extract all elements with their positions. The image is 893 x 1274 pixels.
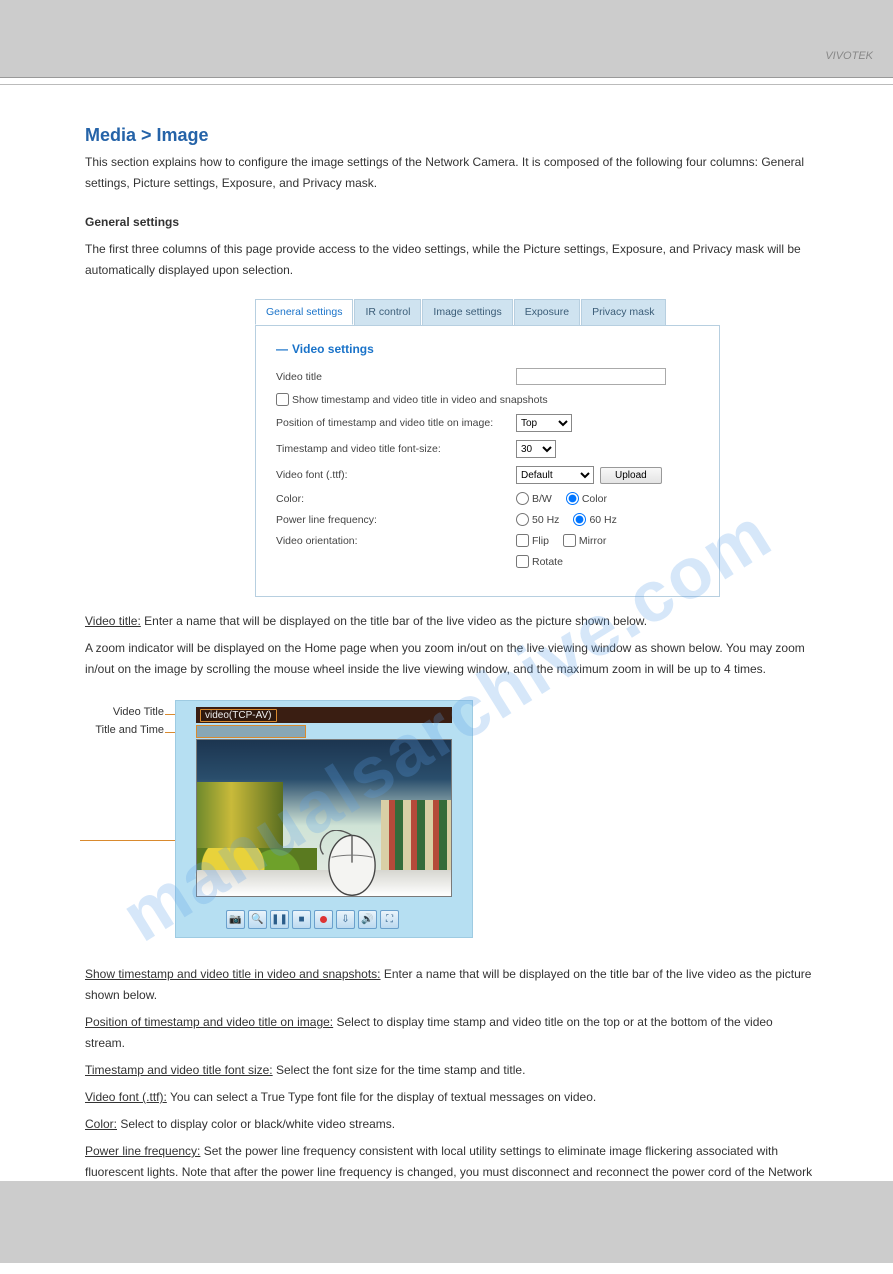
preview-header-label: video(TCP-AV) [200,709,277,722]
select-videofont[interactable]: Default [516,466,594,484]
label-bw: B/W [532,493,552,505]
label-orientation: Video orientation: [276,535,516,547]
label-video-title: Video title [276,371,516,383]
checkbox-flip[interactable]: Flip [516,534,549,547]
label-color: Color: [276,493,516,505]
leader-label-video-title: Video Title [80,706,164,718]
label-colorval: Color [582,493,607,505]
radio-60hz[interactable]: 60 Hz [573,513,616,526]
preview-toolbar: 📷 🔍 ❚❚ ■ ⇩ 🔊 ⛶ [226,910,399,929]
preview-title-overlay [196,725,306,738]
toolbar-snapshot-icon[interactable]: 📷 [226,910,245,929]
label-fontsize: Timestamp and video title font-size: [276,443,516,455]
top-bar: VIVOTEK [0,0,893,78]
general-settings-heading: General settings [85,212,813,233]
toolbar-pause-icon[interactable]: ❚❚ [270,910,289,929]
tab-exposure[interactable]: Exposure [514,299,580,325]
checkbox-show-timestamp[interactable]: Show timestamp and video title in video … [276,393,548,406]
tab-image-settings[interactable]: Image settings [422,299,512,325]
checkbox-rotate[interactable]: Rotate [516,555,563,568]
para-videofont: Video font (.ttf): You can select a True… [85,1087,813,1108]
toolbar-audio-icon[interactable]: 🔊 [358,910,377,929]
label-60hz: 60 Hz [589,514,616,526]
tab-bar: General settings IR control Image settin… [255,299,720,325]
video-settings-panel: Video settings Video title Show timestam… [255,325,720,597]
tab-ir-control[interactable]: IR control [354,299,421,325]
header-brand: VIVOTEK [825,50,873,62]
radio-50hz[interactable]: 50 Hz [516,513,559,526]
preview-header-bar: video(TCP-AV) [196,707,452,723]
toolbar-stop-icon[interactable]: ■ [292,910,311,929]
toolbar-download-icon[interactable]: ⇩ [336,910,355,929]
upload-button[interactable]: Upload [600,467,662,484]
label-show-timestamp: Show timestamp and video title in video … [292,394,548,406]
bottom-bar [0,1181,893,1263]
mouse-cursor-illustration [317,830,387,897]
toolbar-fullscreen-icon[interactable]: ⛶ [380,910,399,929]
para-fontsize: Timestamp and video title font size: Sel… [85,1060,813,1081]
para-position: Position of timestamp and video title on… [85,1012,813,1054]
label-videofont: Video font (.ttf): [276,469,516,481]
toolbar-record-icon[interactable] [314,910,333,929]
label-powerline: Power line frequency: [276,514,516,526]
radio-color[interactable]: Color [566,492,607,505]
leader-label-title-time: Title and Time [80,724,164,736]
para-show-timestamp: Show timestamp and video title in video … [85,964,813,1006]
page-title: Media > Image [85,125,813,146]
video-title-input[interactable] [516,368,666,385]
para-zoom-indicator: A zoom indicator will be displayed on th… [85,638,813,680]
checkbox-mirror[interactable]: Mirror [563,534,606,547]
tab-general-settings[interactable]: General settings [255,299,353,325]
para-color: Color: Select to display color or black/… [85,1114,813,1135]
radio-bw[interactable]: B/W [516,492,552,505]
panel-heading: Video settings [276,342,699,356]
select-position[interactable]: Top [516,414,572,432]
label-50hz: 50 Hz [532,514,559,526]
label-flip: Flip [532,535,549,547]
preview-figure: Video Title Title and Time video(TCP-AV) [85,700,813,950]
live-preview: video(TCP-AV) 📷 🔍 [175,700,473,938]
select-fontsize[interactable]: 30 [516,440,556,458]
settings-panel-figure: General settings IR control Image settin… [255,299,720,597]
toolbar-zoom-icon[interactable]: 🔍 [248,910,267,929]
label-position: Position of timestamp and video title on… [276,417,516,429]
general-settings-intro: The first three columns of this page pro… [85,239,813,281]
header-rule [0,84,893,85]
label-mirror: Mirror [579,535,606,547]
tab-privacy-mask[interactable]: Privacy mask [581,299,665,325]
para-video-title: Video title: Enter a name that will be d… [85,611,813,632]
intro-paragraph: This section explains how to configure t… [85,152,813,194]
label-rotate: Rotate [532,556,563,568]
preview-photo [196,739,452,897]
